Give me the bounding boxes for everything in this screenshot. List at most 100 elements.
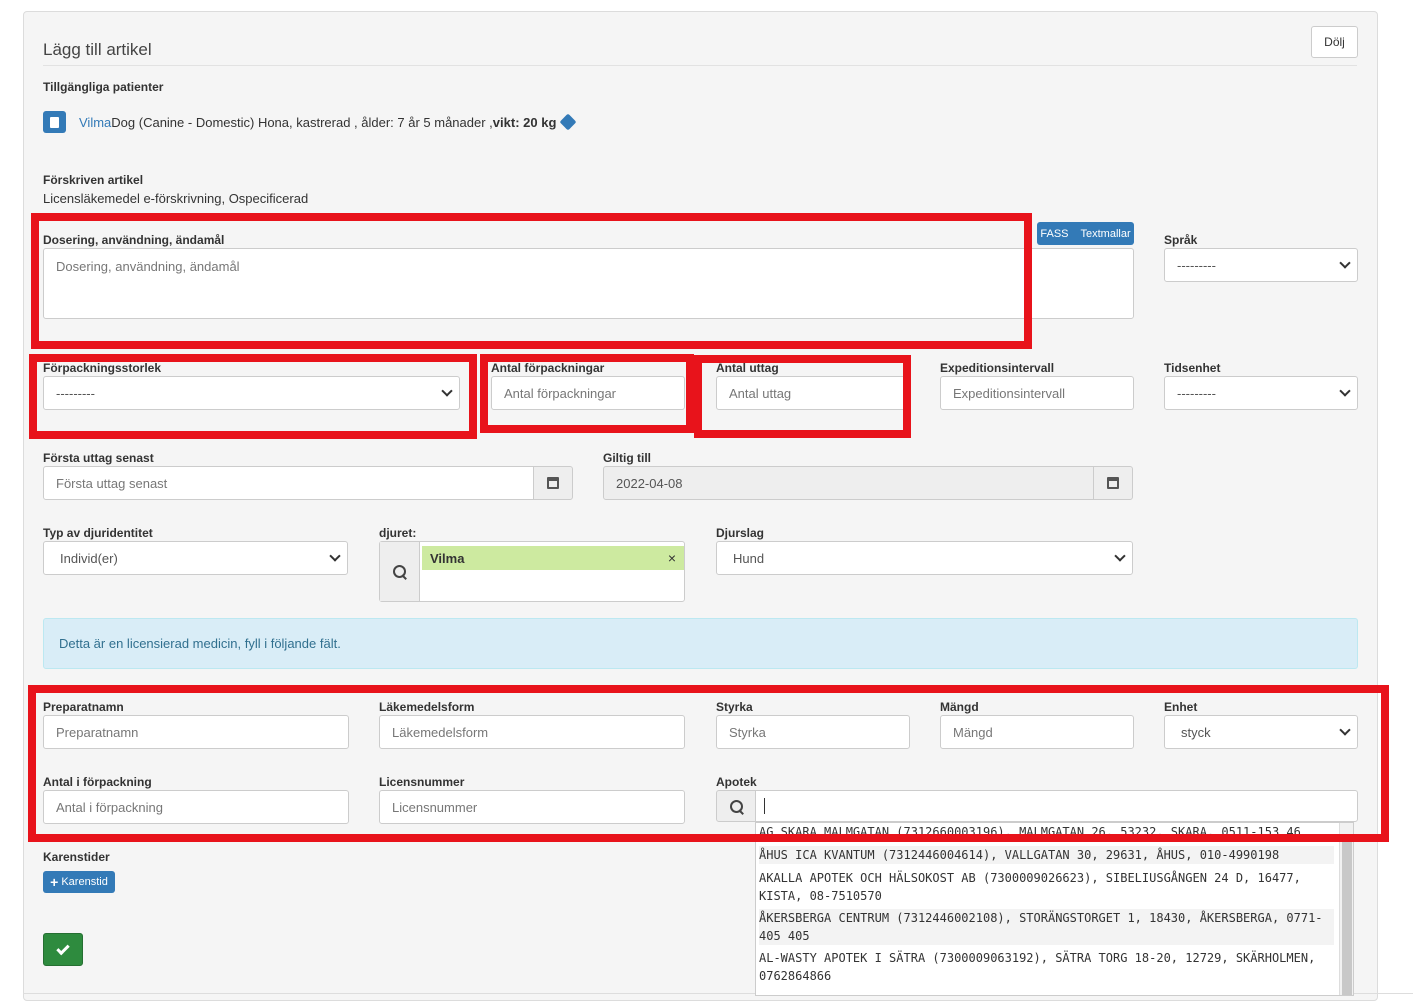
chevron-down-icon <box>1114 550 1126 562</box>
dosage-form-input[interactable]: Läkemedelsform <box>379 715 685 749</box>
article-value: Licensläkemedel e-förskrivning, Ospecifi… <box>43 191 309 206</box>
patient-details: Dog (Canine - Domestic) Hona, kastrerad … <box>111 114 493 130</box>
withdrawals-label: Antal uttag <box>716 361 779 375</box>
dropdown-scrollbar[interactable] <box>1339 823 1353 995</box>
pharmacy-option[interactable]: ÅHUS ICA KVANTUM (7312446004614), VALLGA… <box>759 846 1334 864</box>
animal-id-type-select[interactable]: Individ(er) <box>43 541 348 575</box>
calendar-icon <box>547 477 559 489</box>
dosage-textarea[interactable]: Dosering, användning, ändamål <box>43 248 1134 319</box>
product-name-placeholder: Preparatnamn <box>56 724 139 740</box>
language-label: Språk <box>1164 233 1198 247</box>
withdrawal-periods-label: Karenstider <box>43 850 110 864</box>
animal-tag-input[interactable]: Vilma × <box>379 541 685 602</box>
patient-name-link[interactable]: Vilma <box>79 115 111 130</box>
text-caret <box>764 798 765 814</box>
pharmacy-search-addon[interactable] <box>716 790 756 822</box>
chevron-down-icon <box>441 385 453 397</box>
per-package-input[interactable]: Antal i förpackning <box>43 790 349 824</box>
plus-icon: + <box>50 874 59 890</box>
per-package-label: Antal i förpackning <box>43 775 152 789</box>
dosage-label: Dosering, användning, ändamål <box>43 233 225 247</box>
license-info-alert: Detta är en licensierad medicin, fyll i … <box>43 618 1358 669</box>
scrollbar-thumb[interactable] <box>1342 837 1352 995</box>
package-size-label: Förpackningsstorlek <box>43 361 162 375</box>
amount-input[interactable]: Mängd <box>940 715 1134 749</box>
tag-icon[interactable] <box>559 113 577 131</box>
fass-templates-button[interactable]: FASS Textmallar <box>1037 222 1134 245</box>
pharmacy-option[interactable]: ÅKERSBERGA CENTRUM (7312446002108), STOR… <box>759 909 1334 945</box>
pharmacy-option[interactable]: AL-WASTY APOTEK I SÄTRA (7300009063192),… <box>759 949 1334 985</box>
chevron-down-icon <box>1339 257 1351 269</box>
strength-label: Styrka <box>716 700 753 714</box>
dosage-form-label: Läkemedelsform <box>379 700 475 714</box>
animal-tag-label: Vilma <box>430 550 465 566</box>
package-count-placeholder: Antal förpackningar <box>504 385 617 401</box>
animal-id-type-label: Typ av djuridentitet <box>43 526 153 540</box>
animal-search-addon[interactable] <box>380 542 420 601</box>
first-withdrawal-label: Första uttag senast <box>43 451 154 465</box>
search-icon <box>393 565 406 578</box>
title-divider <box>43 65 1357 66</box>
first-withdrawal-input[interactable]: Första uttag senast <box>43 466 534 500</box>
package-size-value: --------- <box>56 385 95 401</box>
dosage-placeholder: Dosering, användning, ändamål <box>56 259 240 274</box>
license-number-label: Licensnummer <box>379 775 465 789</box>
strength-placeholder: Styrka <box>729 724 766 740</box>
species-select[interactable]: Hund <box>716 541 1133 575</box>
withdrawals-placeholder: Antal uttag <box>729 385 792 401</box>
add-withdrawal-period-label: Karenstid <box>61 876 108 888</box>
add-withdrawal-period-button[interactable]: + Karenstid <box>43 871 115 893</box>
withdrawals-input[interactable]: Antal uttag <box>716 376 910 410</box>
dosage-form-placeholder: Läkemedelsform <box>392 724 489 740</box>
unit-value: styck <box>1181 724 1211 740</box>
unit-label: Enhet <box>1164 700 1198 714</box>
fass-label: FASS <box>1040 227 1069 240</box>
dispense-interval-input[interactable]: Expeditionsintervall <box>940 376 1134 410</box>
chevron-down-icon <box>1339 385 1351 397</box>
pharmacy-option[interactable]: AKALLA APOTEK OCH HÄLSOKOST AB (73000090… <box>759 869 1334 905</box>
package-count-input[interactable]: Antal förpackningar <box>491 376 685 410</box>
product-name-label: Preparatnamn <box>43 700 124 714</box>
chevron-down-icon <box>329 550 341 562</box>
pharmacy-search-input[interactable] <box>755 790 1358 822</box>
submit-button[interactable] <box>43 933 83 966</box>
pharmacy-dropdown[interactable]: AG SKARA MALMGATAN (7312660003196), MALM… <box>755 822 1354 996</box>
pharmacy-option[interactable]: AG SKARA MALMGATAN (7312660003196), MALM… <box>759 823 1334 843</box>
species-value: Hund <box>733 550 765 566</box>
license-number-input[interactable]: Licensnummer <box>379 790 685 824</box>
patient-weight: vikt: 20 kg <box>492 114 557 130</box>
book-icon[interactable] <box>43 111 66 133</box>
page-title: Lägg till artikel <box>43 40 152 59</box>
unit-select[interactable]: styck <box>1164 715 1358 749</box>
package-count-label: Antal förpackningar <box>491 361 605 375</box>
dispense-interval-placeholder: Expeditionsintervall <box>953 385 1066 401</box>
pharmacy-label: Apotek <box>716 775 757 789</box>
species-label: Djurslag <box>716 526 765 540</box>
per-package-placeholder: Antal i förpackning <box>56 799 163 815</box>
amount-placeholder: Mängd <box>953 724 993 740</box>
calendar-icon <box>1107 477 1119 489</box>
time-unit-value: --------- <box>1177 385 1216 401</box>
dispense-interval-label: Expeditionsintervall <box>940 361 1055 375</box>
first-withdrawal-calendar-button[interactable] <box>533 466 573 500</box>
hide-button[interactable]: Dölj <box>1311 26 1358 58</box>
language-select[interactable]: --------- <box>1164 248 1358 282</box>
patients-label: Tillgängliga patienter <box>43 80 164 94</box>
checkmark-icon <box>56 941 70 955</box>
animal-id-type-value: Individ(er) <box>60 550 118 566</box>
strength-input[interactable]: Styrka <box>716 715 910 749</box>
templates-label: Textmallar <box>1080 227 1131 240</box>
time-unit-select[interactable]: --------- <box>1164 376 1358 410</box>
time-unit-label: Tidsenhet <box>1164 361 1221 375</box>
animal-tag: Vilma × <box>422 546 684 570</box>
valid-until-value: 2022-04-08 <box>616 475 683 491</box>
language-value: --------- <box>1177 257 1216 273</box>
chevron-down-icon <box>1339 724 1351 736</box>
license-number-placeholder: Licensnummer <box>392 799 478 815</box>
amount-label: Mängd <box>940 700 979 714</box>
package-size-select[interactable]: --------- <box>43 376 460 410</box>
valid-until-calendar-button[interactable] <box>1093 466 1133 500</box>
remove-tag-icon[interactable]: × <box>668 550 676 566</box>
valid-until-label: Giltig till <box>603 451 651 465</box>
product-name-input[interactable]: Preparatnamn <box>43 715 349 749</box>
